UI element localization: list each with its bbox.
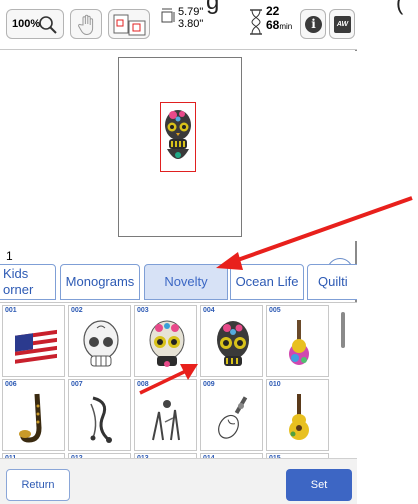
footer-bar: Return Set [0,458,357,504]
tab-kids-corner[interactable]: Kids orner [0,264,56,300]
design-cell-004[interactable]: 004 [200,305,263,377]
violin-floral-icon [218,396,248,439]
music-notes-swirl-icon [90,396,112,443]
design-cell-009[interactable]: 009 [200,379,263,451]
sugar-skull-color-icon [149,320,185,367]
top-toolbar: 100% 5.79" 3.80" 22 68min i AW [0,0,357,50]
guitar-floral-icon [289,320,309,365]
design-cell-008[interactable]: 008 [134,379,197,451]
magnifier-icon [39,16,57,34]
hourglass-icon [250,9,262,35]
guitar-yellow-icon [289,394,309,440]
design-size-icon [161,8,175,23]
zoom-level: 100% [12,18,41,30]
screen: 100% 5.79" 3.80" 22 68min i AW 1 Kids or… [0,0,418,504]
pan-hand-button[interactable] [70,9,102,39]
grid-scrollbar[interactable] [341,312,345,348]
embroidery-preview [0,51,357,241]
tab-novelty[interactable]: Novelty [144,264,228,300]
set-button[interactable]: Set [286,469,352,501]
tab-quilting[interactable]: Quilti [307,264,357,300]
design-height: 3.80" [178,18,204,30]
info-icon: i [305,16,322,33]
selected-design-outline[interactable] [160,102,196,172]
design-cell-010[interactable]: 010 [266,379,329,451]
page-number: 1 [6,249,13,263]
hands-music-icon [152,400,180,441]
embroidery-panel: 100% 5.79" 3.80" 22 68min i AW 1 Kids or… [0,0,357,504]
design-cell-006[interactable]: 006 [2,379,65,451]
color-count: 22 [266,4,280,18]
hoop-layout-icon [113,14,146,36]
sugar-skull-white-icon [83,320,119,367]
zoom-button[interactable]: 100% [6,9,64,39]
design-cell-002[interactable]: 002 [68,305,131,377]
american-flag-icon [15,329,57,366]
machine-screen-button[interactable]: AW [329,9,355,39]
sewing-time: 68min [266,18,293,32]
tab-ocean-life[interactable]: Ocean Life [230,264,304,300]
return-button[interactable]: Return [6,469,70,501]
hoop-area [118,57,242,237]
tab-monograms[interactable]: Monograms [60,264,140,300]
sugar-skull-dark-icon [217,321,249,366]
machine-screen-icon: AW [334,16,351,33]
cropped-paren: ( [396,0,404,15]
design-cell-007[interactable]: 007 [68,379,131,451]
hand-icon [78,14,94,36]
info-button[interactable]: i [300,9,326,39]
saxophone-icon [19,393,42,443]
design-cell-005[interactable]: 005 [266,305,329,377]
design-cell-001[interactable]: 001 [2,305,65,377]
hoop-layout-button[interactable] [108,9,150,39]
design-grid: 001 002 003 004 005 006 007 008 009 010 [0,302,357,504]
category-tabs: Kids orner Monograms Novelty Ocean Life … [0,264,357,300]
sugar-skull-preview-icon [165,110,191,159]
design-cell-003[interactable]: 003 [134,305,197,377]
design-width: 5.79" [178,6,204,18]
